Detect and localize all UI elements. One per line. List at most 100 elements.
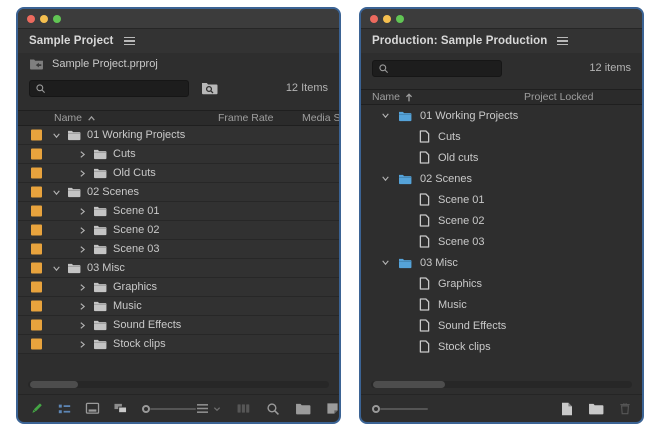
- bin-tree-row[interactable]: Scene 02: [18, 221, 339, 240]
- folder-icon: [589, 403, 604, 415]
- zoom-traffic-light[interactable]: [53, 14, 61, 23]
- bin-tree-row[interactable]: 01 Working Projects: [18, 126, 339, 145]
- bin-tree-row[interactable]: Scene 03: [18, 240, 339, 259]
- bin-tree-row[interactable]: Stock clips: [18, 335, 339, 354]
- panel-tab-title[interactable]: Sample Project: [29, 35, 114, 47]
- production-item-row[interactable]: 01 Working Projects: [361, 105, 642, 126]
- column-header-name[interactable]: Name: [18, 112, 96, 124]
- find-button[interactable]: [266, 402, 280, 416]
- horizontal-scrollbar[interactable]: [371, 381, 632, 388]
- panel-tab-title[interactable]: Production: Sample Production: [372, 35, 547, 47]
- label-color-chip[interactable]: [31, 243, 42, 255]
- zoom-slider-track[interactable]: [380, 407, 428, 410]
- search-box[interactable]: [372, 59, 502, 77]
- chevron-right-icon[interactable]: [78, 150, 87, 159]
- search-box[interactable]: [29, 79, 189, 97]
- bin-tree-row[interactable]: 02 Scenes: [18, 183, 339, 202]
- chevron-right-icon[interactable]: [78, 302, 87, 311]
- label-color-chip[interactable]: [31, 186, 42, 198]
- search-row: 12 items: [361, 53, 642, 83]
- chevron-down-icon[interactable]: [52, 264, 61, 273]
- automate-to-sequence-button[interactable]: [236, 403, 251, 414]
- close-traffic-light[interactable]: [370, 14, 378, 23]
- column-header-frame-rate[interactable]: Frame Rate: [218, 112, 273, 124]
- icon-view-button[interactable]: [85, 402, 100, 415]
- bin-tree-row[interactable]: Music: [18, 297, 339, 316]
- minimize-traffic-light[interactable]: [40, 14, 48, 23]
- production-item-row[interactable]: Stock clips: [361, 336, 642, 357]
- scrollbar-thumb[interactable]: [373, 381, 445, 388]
- project-document-icon: [419, 214, 430, 227]
- label-color-chip[interactable]: [31, 129, 42, 141]
- column-header-media-start[interactable]: Media S: [302, 112, 339, 124]
- horizontal-scrollbar[interactable]: [28, 381, 329, 388]
- production-item-row[interactable]: Music: [361, 294, 642, 315]
- new-project-button[interactable]: [561, 402, 573, 416]
- chevron-right-icon[interactable]: [78, 321, 87, 330]
- chevron-right-icon[interactable]: [78, 283, 87, 292]
- project-file-row[interactable]: Sample Project.prproj: [18, 53, 339, 75]
- chevron-down-icon[interactable]: [52, 131, 61, 140]
- chevron-right-icon[interactable]: [78, 169, 87, 178]
- production-item-row[interactable]: Scene 02: [361, 210, 642, 231]
- list-view-button[interactable]: [57, 402, 72, 416]
- chevron-right-icon[interactable]: [78, 226, 87, 235]
- label-color-chip[interactable]: [31, 262, 42, 274]
- bin-folder-icon: [94, 206, 107, 217]
- chevron-right-icon[interactable]: [78, 207, 87, 216]
- new-bin-button[interactable]: [295, 402, 311, 415]
- bin-name: Scene 03: [113, 243, 160, 255]
- zoom-slider-knob[interactable]: [372, 404, 380, 413]
- panel-menu-icon[interactable]: [557, 36, 569, 46]
- scrollbar-thumb[interactable]: [30, 381, 78, 388]
- freeform-view-button[interactable]: [113, 402, 129, 416]
- chevron-right-icon[interactable]: [78, 340, 87, 349]
- zoom-slider-track[interactable]: [150, 407, 196, 410]
- bin-tree-row[interactable]: Cuts: [18, 145, 339, 164]
- label-color-chip[interactable]: [31, 205, 42, 217]
- chevron-down-icon[interactable]: [381, 258, 390, 267]
- label-color-chip[interactable]: [31, 167, 42, 179]
- search-input[interactable]: [393, 62, 496, 74]
- production-item-row[interactable]: Sound Effects: [361, 315, 642, 336]
- new-bin-button[interactable]: [588, 402, 604, 415]
- bin-tree-row[interactable]: Old Cuts: [18, 164, 339, 183]
- production-item-row[interactable]: Graphics: [361, 273, 642, 294]
- panel-menu-icon[interactable]: [123, 36, 135, 46]
- production-item-row[interactable]: Scene 01: [361, 189, 642, 210]
- chevron-down-icon[interactable]: [52, 188, 61, 197]
- label-color-chip[interactable]: [31, 224, 42, 236]
- bin-tree-row[interactable]: 03 Misc: [18, 259, 339, 278]
- label-color-chip[interactable]: [31, 148, 42, 160]
- search-input[interactable]: [50, 82, 183, 94]
- chevron-right-icon[interactable]: [78, 245, 87, 254]
- project-document-icon: [419, 235, 430, 248]
- production-item-row[interactable]: Scene 03: [361, 231, 642, 252]
- bin-tree-row[interactable]: Graphics: [18, 278, 339, 297]
- label-color-chip[interactable]: [31, 300, 42, 312]
- production-item-row[interactable]: 03 Misc: [361, 252, 642, 273]
- label-color-chip[interactable]: [31, 319, 42, 331]
- item-name: 03 Misc: [420, 256, 458, 269]
- column-header-project-locked[interactable]: Project Locked: [524, 91, 593, 103]
- create-search-bin-button[interactable]: [201, 81, 218, 95]
- zoom-traffic-light[interactable]: [396, 14, 404, 23]
- chevron-down-icon[interactable]: [381, 111, 390, 120]
- label-color-chip[interactable]: [31, 281, 42, 293]
- bin-tree-row[interactable]: Scene 01: [18, 202, 339, 221]
- column-header-name[interactable]: Name: [361, 91, 413, 103]
- label-color-chip[interactable]: [31, 338, 42, 350]
- production-item-row[interactable]: Old cuts: [361, 147, 642, 168]
- close-traffic-light[interactable]: [27, 14, 35, 23]
- bin-tree-row[interactable]: Sound Effects: [18, 316, 339, 335]
- zoom-slider-knob[interactable]: [142, 404, 150, 413]
- production-item-row[interactable]: Cuts: [361, 126, 642, 147]
- delete-button[interactable]: [619, 402, 631, 415]
- production-item-row[interactable]: 02 Scenes: [361, 168, 642, 189]
- chevron-down-icon[interactable]: [381, 174, 390, 183]
- zoom-slider[interactable]: [142, 404, 196, 413]
- minimize-traffic-light[interactable]: [383, 14, 391, 23]
- sort-options-button[interactable]: [196, 403, 221, 414]
- zoom-slider[interactable]: [372, 404, 428, 413]
- new-item-button[interactable]: [326, 402, 339, 415]
